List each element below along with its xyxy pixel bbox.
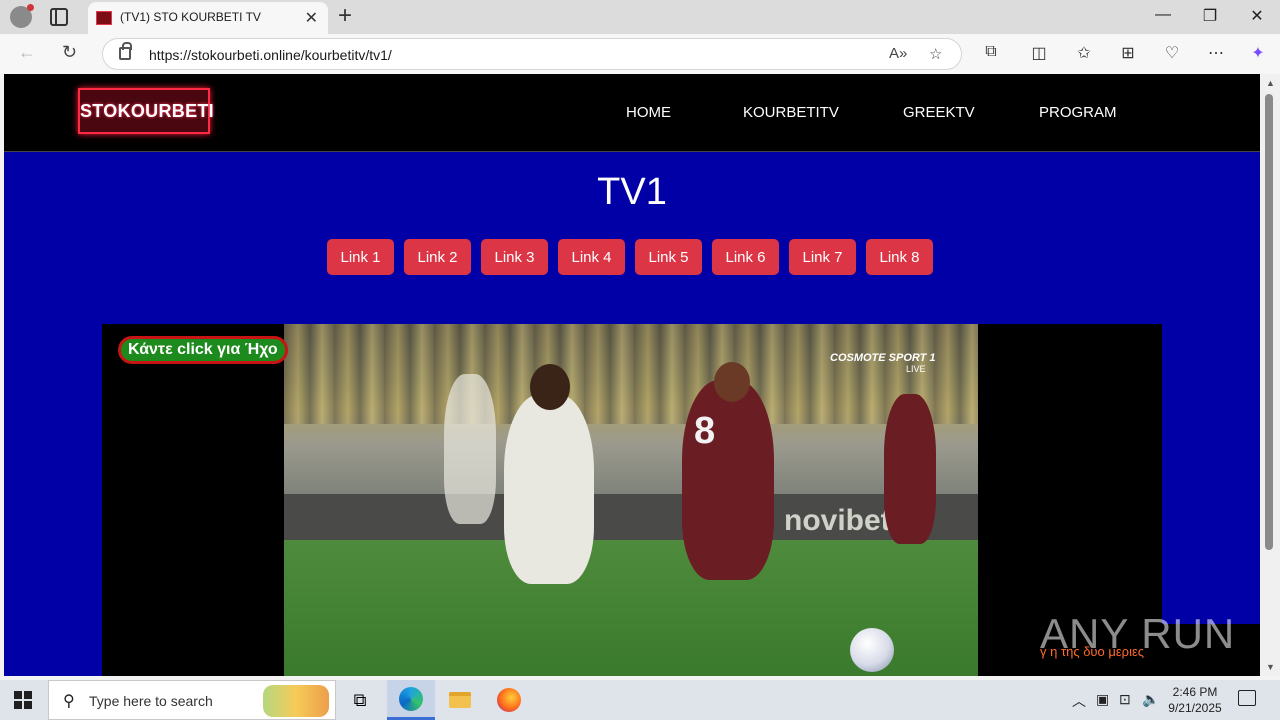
- video-player-maroon-2: [884, 394, 936, 544]
- enable-sound-button[interactable]: Κάντε click για Ήχο: [118, 336, 288, 364]
- anyrun-watermark: ANY RUN: [1040, 610, 1236, 657]
- nav-greektv[interactable]: GREEKTV: [903, 104, 975, 121]
- search-highlight-icon: [263, 685, 329, 717]
- link-5-button[interactable]: Link 5: [635, 239, 702, 275]
- tray-device-icon[interactable]: ▣: [1096, 691, 1109, 708]
- video-player-white-2: [444, 374, 496, 524]
- site-header: STOKOURBETI HOME KOURBETITV GREEKTV PROG…: [4, 74, 1260, 152]
- search-icon: ⚲: [63, 693, 75, 710]
- tray-chevron-icon[interactable]: ︿: [1072, 691, 1086, 711]
- taskbar-explorer-app[interactable]: [436, 680, 484, 720]
- minimize-button[interactable]: —: [1140, 6, 1186, 24]
- edge-icon: [399, 686, 423, 711]
- file-explorer-icon: [449, 692, 471, 708]
- video-player-white: [504, 394, 594, 584]
- video-jersey-number: 8: [694, 410, 716, 452]
- taskbar-search-box[interactable]: ⚲ Type here to search: [48, 680, 336, 720]
- browser-tab-strip: (TV1) STO KOURBETI TV ✕ + — ❐ ✕: [0, 0, 1280, 34]
- profile-avatar-icon[interactable]: [10, 4, 34, 28]
- tab-close-button[interactable]: ✕: [305, 8, 318, 28]
- back-icon[interactable]: ←: [18, 42, 36, 63]
- nav-home[interactable]: HOME: [626, 104, 671, 121]
- browser-toolbar: ← ↻ https://stokourbeti.online/kourbetit…: [0, 34, 1280, 74]
- network-icon[interactable]: ⊡: [1119, 691, 1131, 708]
- video-crowd: [284, 324, 978, 424]
- firefox-icon: [497, 688, 521, 712]
- site-favicon-icon: [96, 11, 112, 25]
- new-tab-button[interactable]: +: [338, 2, 352, 30]
- browser-tab-active[interactable]: (TV1) STO KOURBETI TV ✕: [88, 2, 328, 34]
- link-8-button[interactable]: Link 8: [866, 239, 933, 275]
- link-4-button[interactable]: Link 4: [558, 239, 625, 275]
- site-logo[interactable]: STOKOURBETI: [78, 88, 214, 134]
- collections-icon[interactable]: ⊞: [1117, 43, 1139, 63]
- task-view-icon[interactable]: ⧉: [336, 680, 384, 720]
- favorite-star-icon[interactable]: ☆: [929, 45, 942, 63]
- windows-taskbar: ⚲ Type here to search ⧉ ︿ ▣ ⊡ 🔈 2:46 PM …: [0, 680, 1280, 720]
- link-7-button[interactable]: Link 7: [789, 239, 856, 275]
- video-football: [850, 628, 894, 672]
- link-2-button[interactable]: Link 2: [404, 239, 471, 275]
- scroll-down-icon[interactable]: ▼: [1266, 662, 1275, 672]
- address-bar[interactable]: https://stokourbeti.online/kourbetitv/tv…: [102, 38, 962, 70]
- taskbar-edge-app[interactable]: [387, 680, 435, 720]
- nav-program[interactable]: PROGRAM: [1039, 104, 1117, 121]
- link-3-button[interactable]: Link 3: [481, 239, 548, 275]
- page-scrollbar[interactable]: ▲ ▼: [1261, 74, 1280, 676]
- taskbar-firefox-app[interactable]: [485, 680, 533, 720]
- stream-links: Link 1 Link 2 Link 3 Link 4 Link 5 Link …: [327, 239, 933, 275]
- close-window-button[interactable]: ✕: [1234, 6, 1280, 26]
- nav-kourbetitv[interactable]: KOURBETITV: [743, 104, 839, 121]
- clock-time: 2:46 PM: [1172, 685, 1218, 699]
- copilot-icon[interactable]: ✦: [1247, 43, 1269, 63]
- extensions-icon[interactable]: ⧉: [980, 43, 1002, 61]
- tab-title: (TV1) STO KOURBETI TV: [120, 10, 261, 24]
- notification-icon[interactable]: [1238, 690, 1256, 706]
- link-6-button[interactable]: Link 6: [712, 239, 779, 275]
- taskbar-clock[interactable]: 2:46 PM 9/21/2025: [1166, 684, 1224, 716]
- link-1-button[interactable]: Link 1: [327, 239, 394, 275]
- video-frame[interactable]: novibet 8 COSMOTE SPORT 1 LIVE: [284, 324, 978, 676]
- maximize-button[interactable]: ❐: [1187, 6, 1233, 26]
- video-player[interactable]: novibet 8 COSMOTE SPORT 1 LIVE Κάντε cli…: [102, 324, 1162, 676]
- split-screen-icon[interactable]: ◫: [1028, 43, 1050, 63]
- refresh-icon[interactable]: ↻: [62, 42, 77, 63]
- scroll-thumb[interactable]: [1265, 94, 1273, 550]
- broadcaster-logo: COSMOTE SPORT 1: [830, 352, 936, 364]
- more-icon[interactable]: ⋯: [1205, 43, 1227, 63]
- video-player-head-2: [714, 362, 750, 402]
- scroll-up-icon[interactable]: ▲: [1266, 78, 1275, 88]
- volume-icon[interactable]: 🔈: [1142, 691, 1159, 708]
- lock-icon[interactable]: [119, 42, 132, 60]
- tab-actions-icon[interactable]: [50, 8, 68, 26]
- video-ad-text: novibet: [784, 504, 891, 537]
- live-tag: LIVE: [906, 364, 926, 374]
- url-text[interactable]: https://stokourbeti.online/kourbetitv/tv…: [149, 47, 392, 63]
- clock-date: 9/21/2025: [1168, 701, 1222, 715]
- video-player-head: [530, 364, 570, 410]
- windows-start-icon[interactable]: [14, 691, 32, 709]
- search-placeholder: Type here to search: [89, 693, 213, 709]
- browser-essentials-icon[interactable]: ♡: [1161, 43, 1183, 63]
- logo-text: STOKOURBETI: [80, 101, 214, 121]
- channel-title: TV1: [597, 171, 667, 213]
- favorites-icon[interactable]: ✩: [1073, 43, 1095, 63]
- web-page: STOKOURBETI HOME KOURBETITV GREEKTV PROG…: [4, 74, 1260, 676]
- read-aloud-icon[interactable]: A»: [889, 45, 907, 62]
